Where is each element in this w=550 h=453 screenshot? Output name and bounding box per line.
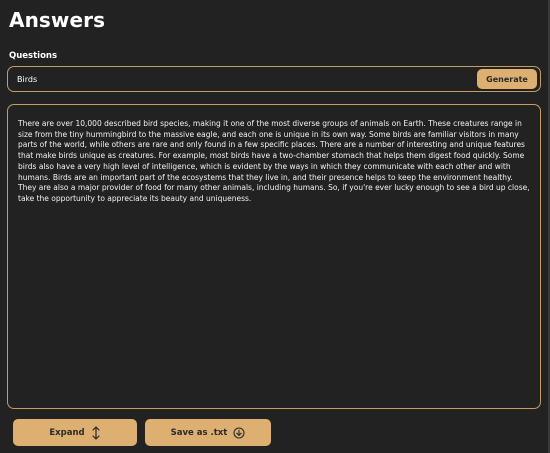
answer-text: There are over 10,000 described bird spe… (18, 119, 530, 203)
generate-button[interactable]: Generate (477, 69, 537, 89)
question-input[interactable] (17, 73, 417, 85)
save-button-label: Save as .txt (170, 427, 228, 438)
questions-label: Questions (9, 51, 58, 61)
expand-button[interactable]: Expand (13, 419, 137, 446)
download-circle-icon (233, 426, 245, 439)
question-field: Generate (7, 66, 541, 92)
expand-vertical-icon (91, 425, 101, 440)
answer-panel[interactable]: There are over 10,000 described bird spe… (7, 104, 541, 409)
page-title: Answers (9, 8, 106, 32)
expand-button-label: Expand (49, 427, 85, 438)
save-as-txt-button[interactable]: Save as .txt (145, 419, 271, 446)
